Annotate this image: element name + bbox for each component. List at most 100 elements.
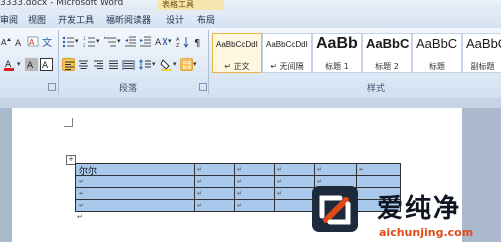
- svg-text:A: A: [15, 39, 22, 48]
- line-spacing-icon[interactable]: [139, 58, 152, 71]
- cell-end-mark: ↵: [277, 166, 283, 173]
- style-heading-2[interactable]: AaBbC 标题 2: [362, 33, 412, 73]
- ribbon: A A A 文 A ▾ A A ▾ 12 ▾ ▾ A ▾ AZ ¶ ▾ ▾ ▾ …: [0, 28, 501, 99]
- cell-end-mark: ↵: [237, 178, 243, 185]
- borders-dropdown-icon[interactable]: ▾: [193, 60, 197, 68]
- ruler: [0, 98, 501, 108]
- style-sample: AaBbC: [416, 36, 458, 51]
- style-sample: AaBbCcDdI: [216, 40, 258, 49]
- style-sample: AaBbC: [366, 36, 410, 51]
- cell-end-mark: ↵: [197, 190, 203, 197]
- tab-layout[interactable]: 布局: [197, 13, 215, 26]
- sort-icon[interactable]: AZ: [176, 35, 189, 48]
- style-no-spacing[interactable]: AaBbCcDdI ↵ 无间隔: [262, 33, 312, 73]
- group-separator: [208, 30, 209, 94]
- cell-end-mark: ↵: [237, 190, 243, 197]
- font-color-icon[interactable]: A: [3, 58, 16, 71]
- svg-text:A: A: [27, 61, 34, 71]
- bullets-icon[interactable]: [62, 35, 75, 48]
- cell-end-mark: ↵: [317, 166, 323, 173]
- style-name: 标题 2: [375, 62, 399, 71]
- increase-indent-icon[interactable]: [139, 35, 152, 48]
- svg-text:Z: Z: [176, 43, 180, 48]
- tab-review[interactable]: 审阅: [0, 13, 18, 26]
- style-sample: AaBbCcDdI: [266, 40, 308, 49]
- line-spacing-dropdown-icon[interactable]: ▾: [152, 60, 156, 68]
- style-name: ↵ 正文: [224, 62, 250, 71]
- svg-text:1: 1: [83, 36, 86, 41]
- style-subtitle[interactable]: AaBbC 副标题: [462, 33, 501, 73]
- cell-end-mark: ↵: [197, 202, 203, 209]
- paragraph-group-label: 段落: [119, 84, 138, 94]
- bullets-dropdown-icon[interactable]: ▾: [75, 37, 79, 45]
- styles-group-label: 样式: [367, 84, 386, 94]
- tab-foxit-reader[interactable]: 福昕阅读器: [106, 13, 151, 26]
- align-center-icon[interactable]: [77, 58, 90, 71]
- shrink-font-icon[interactable]: A: [13, 35, 26, 48]
- multilevel-list-icon[interactable]: [104, 35, 117, 48]
- cell-end-mark: ↵: [237, 166, 243, 173]
- cell-end-mark: ↵: [359, 166, 365, 173]
- font-color-dropdown-icon[interactable]: ▾: [17, 60, 21, 68]
- watermark: 爱纯净 aichunjing.com: [307, 186, 501, 242]
- char-shading-icon[interactable]: A: [25, 58, 38, 71]
- chinese-layout-dropdown-icon[interactable]: ▾: [168, 37, 172, 45]
- svg-text:2: 2: [83, 43, 86, 48]
- font-dialog-launcher-icon[interactable]: [48, 83, 56, 91]
- cell-end-mark: ↵: [79, 202, 85, 209]
- table-column-border: [234, 164, 235, 211]
- watermark-logo-icon: [312, 186, 358, 232]
- tab-design[interactable]: 设计: [166, 13, 184, 26]
- tab-developer[interactable]: 开发工具: [58, 13, 94, 26]
- svg-text:A: A: [155, 38, 162, 48]
- align-left-icon[interactable]: [62, 58, 75, 71]
- table-column-border: [194, 164, 195, 211]
- window-title: 3333.docx - Microsoft Word: [0, 0, 124, 8]
- style-title[interactable]: AaBbC 标题: [412, 33, 462, 73]
- grow-font-icon[interactable]: A: [0, 35, 13, 48]
- cell-end-mark: ↵: [317, 178, 323, 185]
- title-bar: 3333.docx - Microsoft Word: [0, 0, 501, 10]
- style-name: ↵ 无间隔: [270, 62, 304, 71]
- table-row-border: [76, 175, 400, 176]
- svg-text:文: 文: [42, 36, 52, 48]
- svg-text:A: A: [1, 38, 7, 47]
- watermark-url: aichunjing.com: [379, 226, 474, 239]
- ribbon-tab-bar: 审阅 视图 开发工具 福昕阅读器 设计 布局: [0, 10, 501, 28]
- show-hide-marks-icon[interactable]: ¶: [192, 35, 205, 48]
- cell-end-mark: ↵: [277, 178, 283, 185]
- group-separator: [58, 30, 59, 94]
- svg-text:A: A: [42, 61, 49, 71]
- cell-end-mark: ↵: [197, 166, 203, 173]
- style-heading-1[interactable]: AaBb 标题 1: [312, 33, 362, 73]
- phonetic-guide-icon[interactable]: 文: [41, 35, 54, 48]
- table-column-border: [274, 164, 275, 211]
- cell-end-mark: ↵: [79, 178, 85, 185]
- style-sample: AaBbC: [466, 36, 501, 51]
- svg-text:A: A: [29, 38, 35, 47]
- margin-corner-mark: [64, 118, 73, 127]
- numbering-dropdown-icon[interactable]: ▾: [96, 37, 100, 45]
- cell-end-mark: ↵: [79, 190, 85, 197]
- char-border-icon[interactable]: A: [40, 58, 53, 71]
- justify-icon[interactable]: [107, 58, 120, 71]
- watermark-text: 爱纯净: [377, 194, 462, 224]
- align-right-icon[interactable]: [92, 58, 105, 71]
- borders-icon[interactable]: [180, 58, 193, 71]
- multilevel-dropdown-icon[interactable]: ▾: [117, 37, 121, 45]
- style-name: 标题: [429, 62, 445, 71]
- cell-end-mark: ↵: [277, 190, 283, 197]
- chinese-layout-icon[interactable]: A: [155, 35, 168, 48]
- clear-format-icon[interactable]: A: [27, 35, 40, 48]
- style-name: 标题 1: [325, 62, 349, 71]
- paragraph-dialog-launcher-icon[interactable]: [199, 83, 207, 91]
- shading-dropdown-icon[interactable]: ▾: [173, 60, 177, 68]
- distributed-icon[interactable]: [122, 58, 135, 71]
- style-normal[interactable]: AaBbCcDdI ↵ 正文: [212, 33, 262, 73]
- tab-view[interactable]: 视图: [28, 13, 46, 26]
- numbering-icon[interactable]: 12: [83, 35, 96, 48]
- decrease-indent-icon[interactable]: [124, 35, 137, 48]
- shading-icon[interactable]: [160, 58, 173, 71]
- cell-end-mark: ↵: [197, 178, 203, 185]
- svg-text:¶: ¶: [194, 38, 200, 48]
